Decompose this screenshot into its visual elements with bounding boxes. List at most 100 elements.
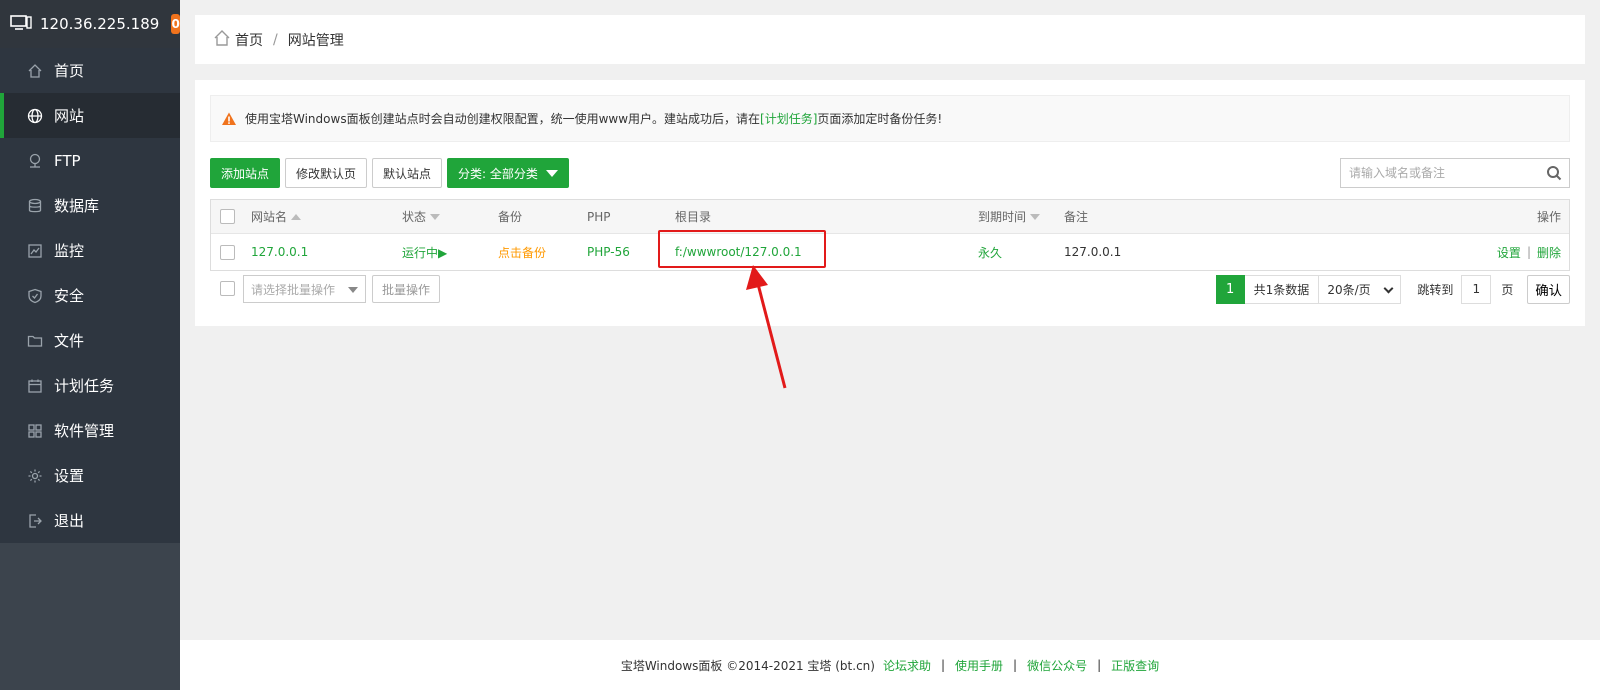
jump-page-input[interactable]: 1 xyxy=(1461,274,1492,304)
sidebar-item-label: 退出 xyxy=(54,512,85,530)
alert-text-after: 页面添加定时备份任务! xyxy=(817,112,943,126)
notification-badge[interactable]: 0 xyxy=(171,14,180,34)
pagination: 1 共1条数据 20条/页 跳转到 1 页 确认 xyxy=(1215,274,1570,304)
sidebar-item-software[interactable]: 软件管理 xyxy=(0,408,180,453)
sidebar-menu: 首页 网站 FTP 数据库 监控 安全 文件 计划任务 软件管理 设置 退出 xyxy=(0,48,180,543)
caret-down-icon xyxy=(545,169,558,177)
header-actions: 操作 xyxy=(1536,210,1561,224)
folder-icon xyxy=(26,332,44,350)
sidebar-item-files[interactable]: 文件 xyxy=(0,318,180,363)
row-checkbox[interactable] xyxy=(220,244,235,260)
sidebar-item-label: 文件 xyxy=(54,332,85,350)
header-remark: 备注 xyxy=(1064,210,1089,224)
website-panel: 使用宝塔Windows面板创建站点时会自动创建权限配置，统一使用www用户。建站… xyxy=(195,80,1585,326)
site-name-link[interactable]: 127.0.0.1 xyxy=(251,234,308,270)
table-header-row: 网站名 状态 备份 PHP 根目录 到期时间 备注 操作 xyxy=(211,200,1569,234)
header-name[interactable]: 网站名 xyxy=(251,200,302,233)
sidebar-filler xyxy=(0,543,180,690)
home-icon xyxy=(26,62,44,80)
footer: 宝塔Windows面板 ©2014-2021 宝塔 (bt.cn) 论坛求助 |… xyxy=(180,640,1600,690)
sidebar-item-monitor[interactable]: 监控 xyxy=(0,228,180,273)
bulk-action-button[interactable]: 批量操作 xyxy=(372,275,441,303)
footer-separator: | xyxy=(1013,658,1018,672)
search-box xyxy=(1340,158,1570,188)
calendar-icon xyxy=(26,377,44,395)
user-manual-link[interactable]: 使用手册 xyxy=(955,657,1003,674)
caret-down-icon xyxy=(348,287,358,293)
database-icon xyxy=(26,197,44,215)
sidebar-item-logout[interactable]: 退出 xyxy=(0,498,180,543)
page-size-select[interactable]: 20条/页 xyxy=(1319,274,1402,304)
sidebar-item-label: 软件管理 xyxy=(54,422,115,440)
default-site-button[interactable]: 默认站点 xyxy=(372,158,443,188)
action-separator: | xyxy=(1526,245,1531,259)
sidebar-item-label: 设置 xyxy=(54,467,85,485)
sidebar: 120.36.225.189 0 首页 网站 FTP 数据库 监控 安全 文件 … xyxy=(0,0,180,690)
search-input[interactable] xyxy=(1341,159,1539,187)
table-footer: 请选择批量操作 批量操作 1 共1条数据 20条/页 跳转到 1 页 确认 xyxy=(210,274,1570,305)
alert-text: 使用宝塔Windows面板创建站点时会自动创建权限配置，统一使用www用户。建站… xyxy=(245,112,761,126)
breadcrumb-current: 网站管理 xyxy=(287,32,344,49)
bulk-action-placeholder: 请选择批量操作 xyxy=(251,282,336,297)
site-status-toggle[interactable]: 运行中▶ xyxy=(402,234,447,270)
bulk-select-checkbox[interactable] xyxy=(220,281,235,296)
header-status[interactable]: 状态 xyxy=(402,200,441,233)
license-check-link[interactable]: 正版查询 xyxy=(1111,657,1159,674)
shield-icon xyxy=(26,287,44,305)
search-icon[interactable] xyxy=(1539,165,1569,181)
breadcrumb-separator: / xyxy=(273,31,278,48)
category-label: 分类: 全部分类 xyxy=(458,166,538,181)
footer-copyright: 宝塔Windows面板 ©2014-2021 宝塔 (bt.cn) xyxy=(620,658,875,673)
sidebar-item-home[interactable]: 首页 xyxy=(0,48,180,93)
sidebar-item-label: 监控 xyxy=(54,242,85,260)
modify-default-page-button[interactable]: 修改默认页 xyxy=(285,158,368,188)
breadcrumb: 首页 / 网站管理 xyxy=(195,15,1585,64)
sidebar-item-cron[interactable]: 计划任务 xyxy=(0,363,180,408)
php-version-link[interactable]: PHP-56 xyxy=(587,234,630,270)
toolbar: 添加站点 修改默认页 默认站点 分类: 全部分类 xyxy=(210,158,574,188)
ftp-icon xyxy=(26,152,44,170)
header-backup: 备份 xyxy=(498,210,523,224)
sidebar-item-label: 首页 xyxy=(54,62,85,80)
sidebar-header: 120.36.225.189 0 xyxy=(0,0,180,48)
sort-desc-icon xyxy=(430,213,441,220)
sidebar-item-website[interactable]: 网站 xyxy=(0,93,180,138)
wechat-link[interactable]: 微信公众号 xyxy=(1027,657,1087,674)
forum-help-link[interactable]: 论坛求助 xyxy=(883,657,931,674)
sort-asc-icon xyxy=(291,213,302,220)
sidebar-item-ftp[interactable]: FTP xyxy=(0,138,180,183)
sidebar-item-database[interactable]: 数据库 xyxy=(0,183,180,228)
bulk-action-select[interactable]: 请选择批量操作 xyxy=(243,275,366,303)
footer-separator: | xyxy=(940,658,946,672)
expire-link[interactable]: 永久 xyxy=(978,234,1002,270)
select-all-checkbox[interactable] xyxy=(220,209,235,224)
total-count: 共1条数据 xyxy=(1244,274,1320,304)
header-expire[interactable]: 到期时间 xyxy=(978,200,1041,233)
warning-icon xyxy=(222,112,236,125)
home-icon[interactable] xyxy=(213,29,231,51)
category-dropdown[interactable]: 分类: 全部分类 xyxy=(447,158,569,188)
cron-link[interactable]: [计划任务] xyxy=(760,110,817,127)
row-actions: 设置 | 删除 xyxy=(1497,234,1561,270)
grid-icon xyxy=(26,422,44,440)
sidebar-item-settings[interactable]: 设置 xyxy=(0,453,180,498)
confirm-jump-button[interactable]: 确认 xyxy=(1527,274,1570,304)
remark-value[interactable]: 127.0.0.1 xyxy=(1064,234,1121,270)
page-unit: 页 xyxy=(1501,282,1514,297)
breadcrumb-home[interactable]: 首页 xyxy=(235,30,263,50)
sidebar-item-label: 网站 xyxy=(54,107,85,125)
header-php: PHP xyxy=(587,209,611,224)
footer-separator: | xyxy=(1097,658,1102,672)
sort-desc-icon xyxy=(1030,213,1041,220)
main-content: 首页 / 网站管理 使用宝塔Windows面板创建站点时会自动创建权限配置，统一… xyxy=(180,0,1600,690)
annotation-highlight-box xyxy=(658,230,826,268)
sidebar-item-security[interactable]: 安全 xyxy=(0,273,180,318)
backup-link[interactable]: 点击备份 xyxy=(498,234,546,270)
add-site-button[interactable]: 添加站点 xyxy=(210,158,281,188)
delete-link[interactable]: 删除 xyxy=(1537,244,1561,261)
info-alert: 使用宝塔Windows面板创建站点时会自动创建权限配置，统一使用www用户。建站… xyxy=(210,95,1570,142)
settings-link[interactable]: 设置 xyxy=(1497,244,1521,261)
globe-icon xyxy=(26,107,44,125)
current-page[interactable]: 1 xyxy=(1215,274,1245,304)
server-monitor-icon xyxy=(10,14,32,35)
